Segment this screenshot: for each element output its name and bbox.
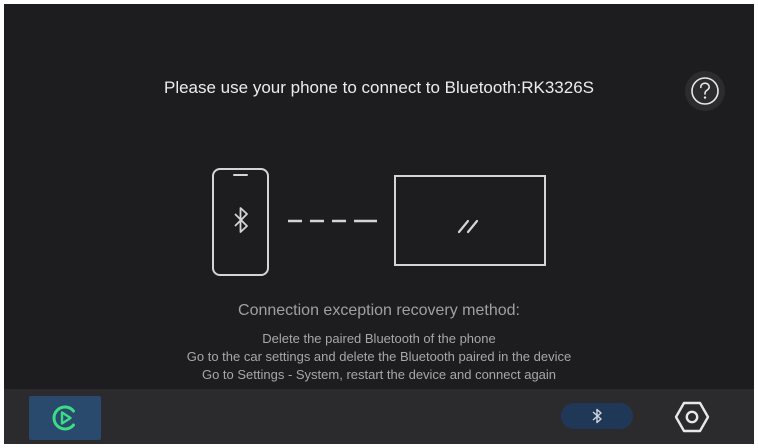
carplay-icon: [52, 405, 75, 431]
carplay-button[interactable]: [29, 396, 101, 440]
settings-hexagon-icon: [674, 401, 710, 433]
bluetooth-icon: [592, 408, 602, 424]
recovery-steps: Delete the paired Bluetooth of the phone…: [4, 330, 754, 384]
help-button[interactable]: [685, 71, 725, 111]
question-mark-icon: [691, 77, 719, 105]
recovery-heading: Connection exception recovery method:: [238, 302, 520, 319]
recovery-step: Delete the paired Bluetooth of the phone: [262, 331, 496, 346]
settings-button[interactable]: [672, 397, 712, 437]
carplay-screen: Please use your phone to connect to Blue…: [4, 4, 754, 444]
phone-bluetooth-icon: [212, 168, 269, 276]
bottom-bar: [4, 389, 754, 444]
recovery-step: Go to Settings - System, restart the dev…: [201, 367, 557, 382]
main-area: Please use your phone to connect to Blue…: [4, 4, 754, 389]
connection-illustration: [212, 168, 546, 276]
recovery-step: Go to the car settings and delete the Bl…: [186, 349, 572, 364]
page-title: Please use your phone to connect to Blue…: [163, 78, 595, 97]
car-display-icon: [394, 175, 546, 266]
bluetooth-status-button[interactable]: [561, 403, 633, 429]
